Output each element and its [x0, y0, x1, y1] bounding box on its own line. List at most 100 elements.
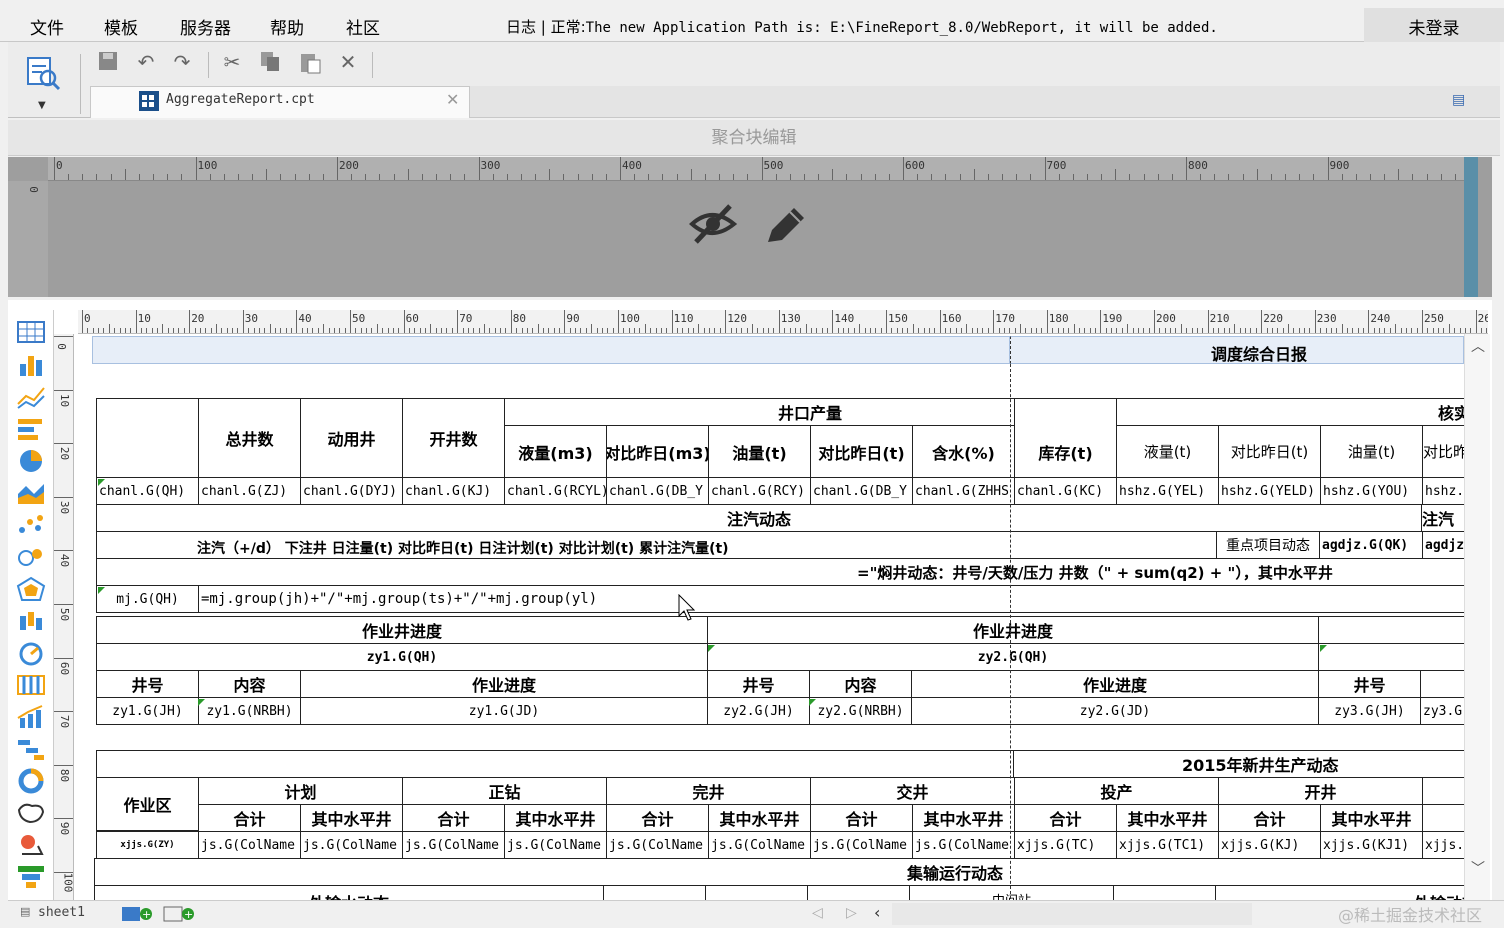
cell-chanl-rcy[interactable]: chanl.G(RCY)	[708, 477, 811, 505]
cell-zy3-jh[interactable]: zy3.G(JH)	[1318, 697, 1421, 725]
cell-hshz-yeld[interactable]: hshz.G(YELD)	[1218, 477, 1321, 505]
steam-injection-title-2[interactable]: 注汽	[1421, 504, 1464, 532]
tab-close-icon[interactable]: ✕	[446, 90, 459, 109]
scatter-chart-icon[interactable]	[16, 512, 46, 538]
col-horizontal-2[interactable]: 其中水平井	[504, 804, 607, 832]
header-liquid-m3[interactable]: 液量(m3)	[504, 425, 607, 478]
group-drilling[interactable]: 正钻	[402, 777, 607, 805]
header-oil-t[interactable]: 油量(t)	[708, 425, 811, 478]
header-oil-t2[interactable]: 油量(t)	[1320, 425, 1423, 478]
outbound-title[interactable]: 外输动态	[1215, 885, 1464, 900]
sheet-tab[interactable]: sheet1	[38, 905, 85, 920]
cell-chanl-rcyl[interactable]: chanl.G(RCYL)	[504, 477, 607, 505]
cell-zy3-qh[interactable]	[1318, 643, 1464, 671]
col-well-no-3[interactable]: 井号	[1318, 670, 1421, 698]
combo-chart-icon[interactable]	[16, 704, 46, 730]
bubble-chart-icon[interactable]	[16, 544, 46, 570]
cell-agdjz-cut[interactable]: agdjz	[1422, 531, 1464, 559]
header-compare-cut[interactable]: 对比昨	[1422, 425, 1464, 478]
col-horizontal-1[interactable]: 其中水平井	[300, 804, 403, 832]
redo-icon[interactable]: ↷	[170, 50, 194, 74]
title-left-selected[interactable]	[92, 336, 1010, 364]
cell-zy1-jd[interactable]: zy1.G(JD)	[300, 697, 708, 725]
scroll-left-icon[interactable]: ◁	[812, 905, 823, 921]
add-report-sheet-icon[interactable]: +	[120, 905, 154, 923]
cut-icon[interactable]: ✂	[220, 50, 244, 74]
col-horizontal-5[interactable]: 其中水平井	[1116, 804, 1219, 832]
cell-zy2-jh[interactable]: zy2.G(JH)	[707, 697, 810, 725]
report-title[interactable]: 调度综合日报	[1010, 336, 1464, 364]
col-progress-2[interactable]: 作业进度	[911, 670, 1319, 698]
gauge-chart-icon[interactable]	[16, 640, 46, 666]
column-chart-icon[interactable]	[16, 352, 46, 378]
header-active-wells[interactable]: 动用井	[300, 398, 403, 478]
menu-help[interactable]: 帮助	[270, 14, 304, 39]
cell-zy2-nrbh[interactable]: zy2.G(NRBH)	[809, 697, 912, 725]
vertical-scrollbar[interactable]: ︿ ﹀	[1464, 334, 1490, 900]
cell-cut-d[interactable]	[1113, 885, 1216, 900]
tab-menu-icon[interactable]: ▤	[1452, 92, 1465, 108]
soak-well-formula[interactable]: ="焖井动态：井号/天数/压力 井数（" + sum(q2) + "），其中水平…	[96, 558, 1464, 586]
group-plan[interactable]: 计划	[198, 777, 403, 805]
cell-xjjs-col-3[interactable]: js.G(ColName	[402, 831, 505, 859]
line-chart-icon[interactable]	[16, 384, 46, 410]
scroll-right-icon[interactable]: ▷	[846, 905, 857, 921]
range-chart-icon[interactable]	[16, 672, 46, 698]
header-compare-m3[interactable]: 对比昨日(m3)	[606, 425, 709, 478]
cell-chanl-kj[interactable]: chanl.G(KJ)	[402, 477, 505, 505]
cell-chanl-dyj[interactable]: chanl.G(DYJ)	[300, 477, 403, 505]
group-completed[interactable]: 完井	[606, 777, 811, 805]
new-wells-left-header[interactable]	[96, 750, 1014, 778]
col-content-3-cut[interactable]: 内	[1420, 670, 1464, 698]
group-open[interactable]: 开井	[1218, 777, 1423, 805]
cell-chanl-zhhs[interactable]: chanl.G(ZHHS	[912, 477, 1015, 505]
cell-xjjs-kj[interactable]: xjjs.G(KJ)	[1218, 831, 1321, 859]
cell-zy1-nrbh[interactable]: zy1.G(NRBH)	[198, 697, 301, 725]
cell-agdjz-qk[interactable]: agdjz.G(QK)	[1319, 531, 1423, 559]
col-work-area[interactable]: 作业区	[96, 777, 199, 831]
menu-template[interactable]: 模板	[104, 14, 138, 39]
col-total-3[interactable]: 合计	[606, 804, 709, 832]
col-total-7-cut[interactable]: 合	[1422, 804, 1464, 832]
col-well-no-2[interactable]: 井号	[707, 670, 810, 698]
cell-xjjs-tc1[interactable]: xjjs.G(TC1)	[1116, 831, 1219, 859]
cell-chanl-qh[interactable]: chanl.G(QH)	[96, 477, 199, 505]
copy-icon[interactable]	[258, 50, 282, 74]
header-compare-t[interactable]: 对比昨日(t)	[810, 425, 913, 478]
cell-zy3-cut[interactable]: zy3.G	[1420, 697, 1464, 725]
cell-cut-a[interactable]	[603, 885, 706, 900]
radar-chart-icon[interactable]	[16, 576, 46, 602]
col-total-5[interactable]: 合计	[1014, 804, 1117, 832]
cell-zy2-jd[interactable]: zy2.G(JD)	[911, 697, 1319, 725]
midstation-title[interactable]: 中间站	[909, 885, 1114, 900]
header-compare-t2[interactable]: 对比昨日(t)	[1218, 425, 1321, 478]
cell-mj-group[interactable]: =mj.group(jh)+"/"+mj.group(ts)+"/"+mj.gr…	[198, 585, 1464, 613]
header-liquid-t[interactable]: 液量(t)	[1116, 425, 1219, 478]
header-open-wells[interactable]: 开井数	[402, 398, 505, 478]
delete-icon[interactable]: ✕	[336, 50, 360, 74]
scroll-down-icon[interactable]: ﹀	[1471, 858, 1485, 878]
pie-chart-icon[interactable]	[16, 448, 46, 474]
cell-xjjs-cut[interactable]: xjjs.	[1422, 831, 1464, 859]
cell-hshz-cut[interactable]: hshz.	[1422, 477, 1464, 505]
login-button[interactable]: 未登录	[1364, 8, 1504, 42]
menu-server[interactable]: 服务器	[180, 14, 231, 39]
work-progress-title-3[interactable]	[1318, 616, 1464, 644]
horizontal-scrollbar-track[interactable]	[892, 903, 1252, 925]
hscroll-left-icon[interactable]: ‹	[874, 903, 880, 922]
cell-cut-b[interactable]	[705, 885, 808, 900]
col-horizontal-6[interactable]: 其中水平井	[1320, 804, 1423, 832]
cell-chanl-kc[interactable]: chanl.G(KC)	[1014, 477, 1117, 505]
cell-chanl-db2[interactable]: chanl.G(DB_Y	[810, 477, 913, 505]
map-chart-icon[interactable]	[16, 800, 46, 826]
undo-icon[interactable]: ↶	[134, 50, 158, 74]
cell-xjjs-col-2[interactable]: js.G(ColName	[300, 831, 403, 859]
donut-chart-icon[interactable]	[16, 768, 46, 794]
cell-xjjs-tc[interactable]: xjjs.G(TC)	[1014, 831, 1117, 859]
gis-map-icon[interactable]	[16, 832, 46, 858]
funnel-chart-icon[interactable]	[16, 864, 46, 890]
col-well-no-1[interactable]: 井号	[96, 670, 199, 698]
cell-cut-c[interactable]	[807, 885, 910, 900]
edit-pencil-icon[interactable]	[762, 202, 808, 252]
hide-eye-icon[interactable]	[688, 200, 738, 250]
